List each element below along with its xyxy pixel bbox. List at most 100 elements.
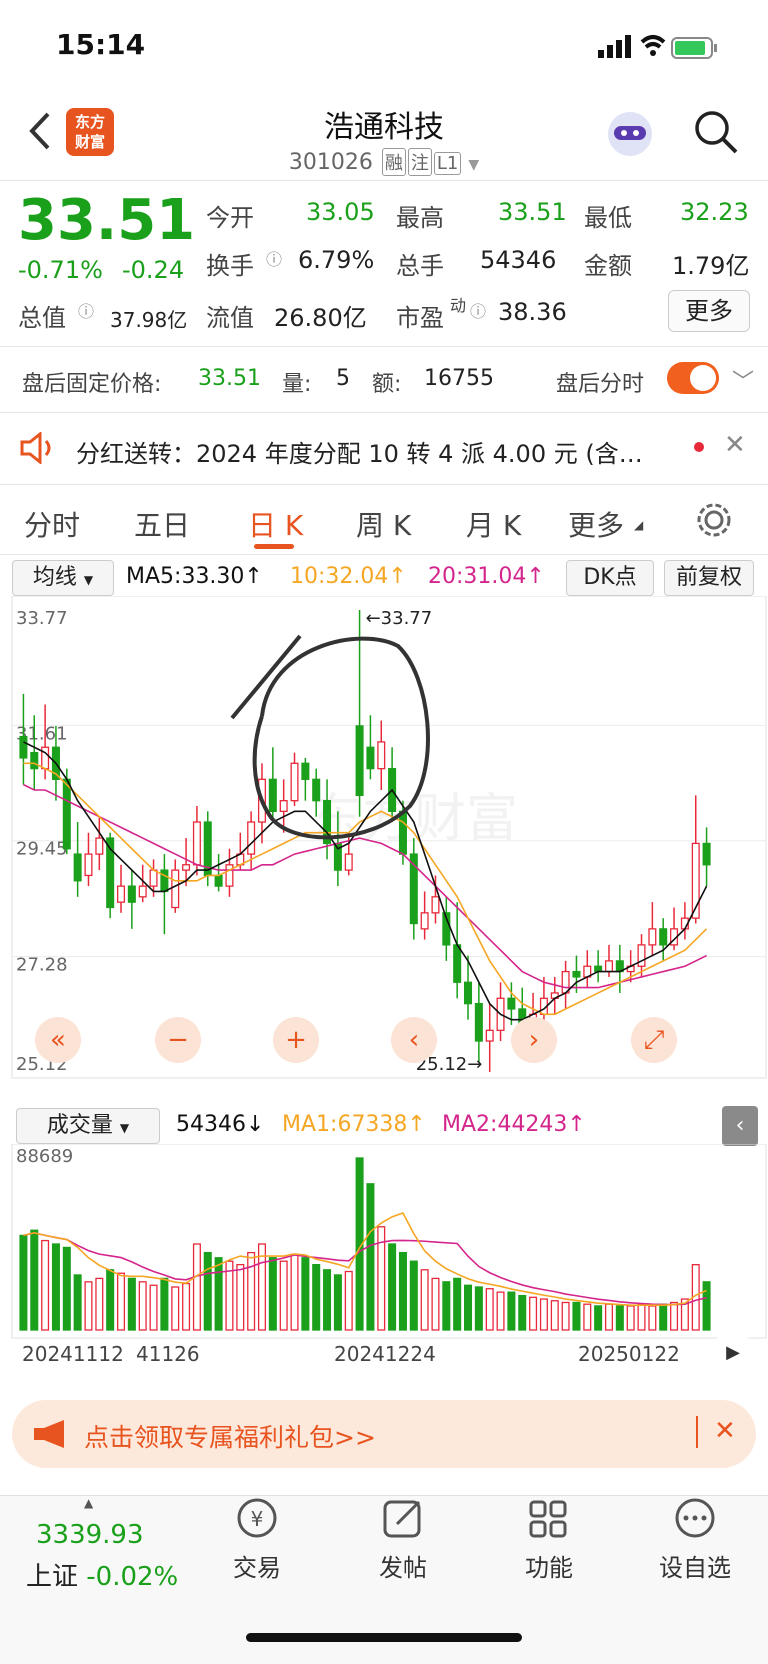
clock: 15:14 [56,28,146,61]
nav-functions[interactable]: 功能 [494,1496,604,1583]
home-indicator [246,1633,522,1642]
indicator-select[interactable]: 均线 ▼ [12,560,114,596]
tab-weekly-k[interactable]: 周 K [356,504,411,544]
volume-ma1: MA1:67338↑ [282,1112,426,1137]
volume-chart: 88689 [11,1144,767,1339]
chart-tabs: 分时 五日 日 K 周 K 月 K 更多 ◢ [0,484,768,554]
volume-bar [301,1257,310,1331]
ma10-value: 10:32.04↑ [290,564,407,589]
more-button[interactable]: 更多 [668,290,750,332]
candlestick-chart[interactable]: 33.7731.6129.4527.2825.12东方财富←33.7725.12… [0,596,768,1102]
candle-body [268,778,277,813]
volume-bar [409,1260,418,1331]
volume-bar [182,1282,191,1331]
candle-body [485,1029,494,1042]
scroll-right-icon[interactable]: › [511,1017,557,1063]
volume-bar [572,1301,581,1331]
signal-icon [598,35,631,58]
candle-body [702,842,711,866]
market-cap-value: 37.98亿 [110,308,188,332]
volume-select[interactable]: 成交量 ▼ [16,1108,160,1144]
close-icon[interactable]: ✕ [714,1416,736,1446]
volume-bar [583,1303,592,1331]
volume-bar [149,1284,158,1331]
volume-bar [312,1263,321,1331]
robot-assistant-icon[interactable] [602,106,658,162]
after-hours-price: 33.51 [198,366,261,391]
candle-body [30,751,39,770]
info-icon[interactable]: ⓘ [78,298,94,322]
scroll-left-icon[interactable]: ‹ [391,1017,437,1063]
volume-bar [485,1288,494,1331]
svg-text:¥: ¥ [251,1507,264,1531]
after-hours-toggle[interactable] [667,362,719,394]
adjust-select[interactable]: 前复权 [664,560,754,596]
volume-bar [214,1257,223,1331]
candle-body [84,853,93,877]
candle-body [507,997,516,1010]
volume-bar [84,1281,93,1331]
candle-body [225,864,234,887]
candle-body [420,912,429,930]
scroll-left-fast-icon[interactable]: « [35,1017,81,1063]
volume-current: 54346↓ [176,1112,265,1137]
volume-bar [279,1260,288,1331]
candle-body [398,810,407,855]
stock-header: 东方 财富 浩通科技 301026 融注 L1 ▼ [0,90,768,180]
float-cap-label: 流值 [206,304,254,332]
tab-daily-k[interactable]: 日 K [248,504,303,544]
date-label: 20241112 [22,1342,124,1366]
svg-text:‹: ‹ [409,1025,419,1055]
search-icon[interactable] [692,108,740,156]
play-forward-icon[interactable]: ▶ [716,1336,750,1370]
dropdown-triangle-icon[interactable]: ▼ [468,157,479,173]
after-hours-amt-label: 额: [372,372,402,397]
volume-bar [62,1246,71,1331]
volume-bar [464,1284,473,1331]
volume-bar [474,1286,483,1331]
volume-bar [117,1272,126,1331]
unread-dot [694,442,704,452]
nav-trade[interactable]: ¥ 交易 [202,1496,312,1583]
svg-text:−: − [167,1025,189,1055]
nav-add-watchlist[interactable]: 设自选 [640,1496,750,1583]
volume-bar [398,1251,407,1331]
index-line[interactable]: 上证 -0.02% [26,1556,178,1593]
chevron-down-icon[interactable]: ﹀ [732,364,754,396]
promo-banner[interactable]: 点击领取专属福利礼包>> ✕ [12,1400,756,1468]
tab-more[interactable]: 更多 [568,504,624,544]
volume-bar [247,1251,256,1331]
tab-monthly-k[interactable]: 月 K [466,504,521,544]
candle-body [659,928,668,946]
volume-bar [529,1296,538,1331]
index-value[interactable]: 3339.93 [36,1520,144,1550]
fullscreen-icon[interactable]: ⤢ [631,1017,677,1063]
candle-body [366,746,375,770]
settings-icon[interactable] [694,500,734,540]
tab-intraday[interactable]: 分时 [24,504,80,544]
tag-attention: 注 [407,148,432,176]
candle-body [214,874,223,887]
candle-body [73,853,82,882]
dividend-notice[interactable]: 分红送转：2024 年度分配 10 转 4 派 4.00 元 (含… ✕ [0,412,768,482]
zoom-in-icon[interactable]: + [273,1017,319,1063]
collapse-panel-icon[interactable]: ‹ [722,1106,758,1146]
dk-point-button[interactable]: DK点 [566,560,654,596]
volume-bar [550,1300,559,1331]
volume-bar [106,1269,115,1331]
date-axis: 20241112 41126 20241224 20250122 ▶ [0,1336,768,1370]
nav-post[interactable]: 发帖 [348,1496,458,1583]
status-bar: 15:14 [0,0,768,90]
stock-code: 301026 [288,150,373,175]
tab-five-day[interactable]: 五日 [134,504,190,544]
price-axis-label: 29.45 [16,839,68,860]
info-icon[interactable]: ⓘ [266,246,282,270]
after-hours-label: 盘后固定价格: [22,372,162,397]
info-icon[interactable]: ⓘ [470,298,486,322]
close-icon[interactable]: ✕ [724,430,746,460]
candle-body [182,864,191,871]
nav-functions-label: 功能 [525,1554,573,1582]
volume-bar [648,1305,657,1331]
zoom-out-icon[interactable]: − [155,1017,201,1063]
volume-bar [561,1301,570,1331]
